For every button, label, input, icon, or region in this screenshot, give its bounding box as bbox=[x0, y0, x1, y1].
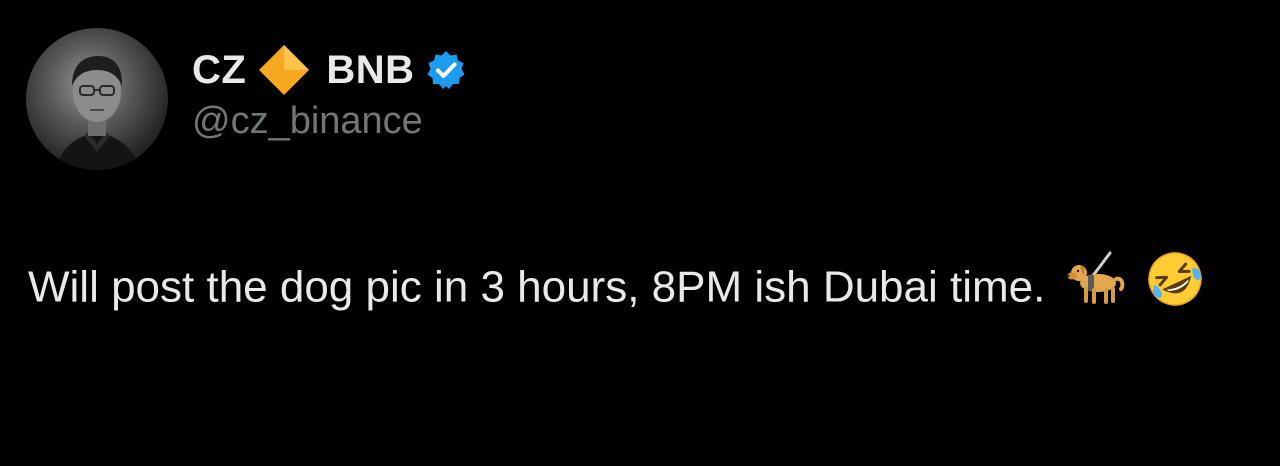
tweet-header: CZ BNB @cz_binance bbox=[26, 28, 467, 170]
display-name-first[interactable]: CZ bbox=[192, 48, 246, 93]
tweet-card: CZ BNB @cz_binance Will post the dog pic… bbox=[0, 0, 1280, 466]
tweet-text: Will post the dog pic in 3 hours, 8PM is… bbox=[28, 262, 1046, 312]
tweet-text-block: Will post the dog pic in 3 hours, 8PM is… bbox=[28, 250, 1228, 330]
guide-dog-emoji bbox=[1066, 251, 1126, 329]
orange-diamond-icon bbox=[256, 42, 312, 98]
display-name-second[interactable]: BNB bbox=[326, 48, 414, 93]
author-info: CZ BNB @cz_binance bbox=[192, 42, 467, 143]
verified-badge-icon[interactable] bbox=[425, 49, 467, 91]
avatar[interactable] bbox=[26, 28, 168, 170]
avatar-portrait bbox=[56, 56, 140, 170]
display-name-row[interactable]: CZ BNB bbox=[192, 42, 467, 98]
rolling-on-floor-laughing-emoji bbox=[1146, 250, 1204, 330]
author-handle[interactable]: @cz_binance bbox=[192, 100, 467, 143]
